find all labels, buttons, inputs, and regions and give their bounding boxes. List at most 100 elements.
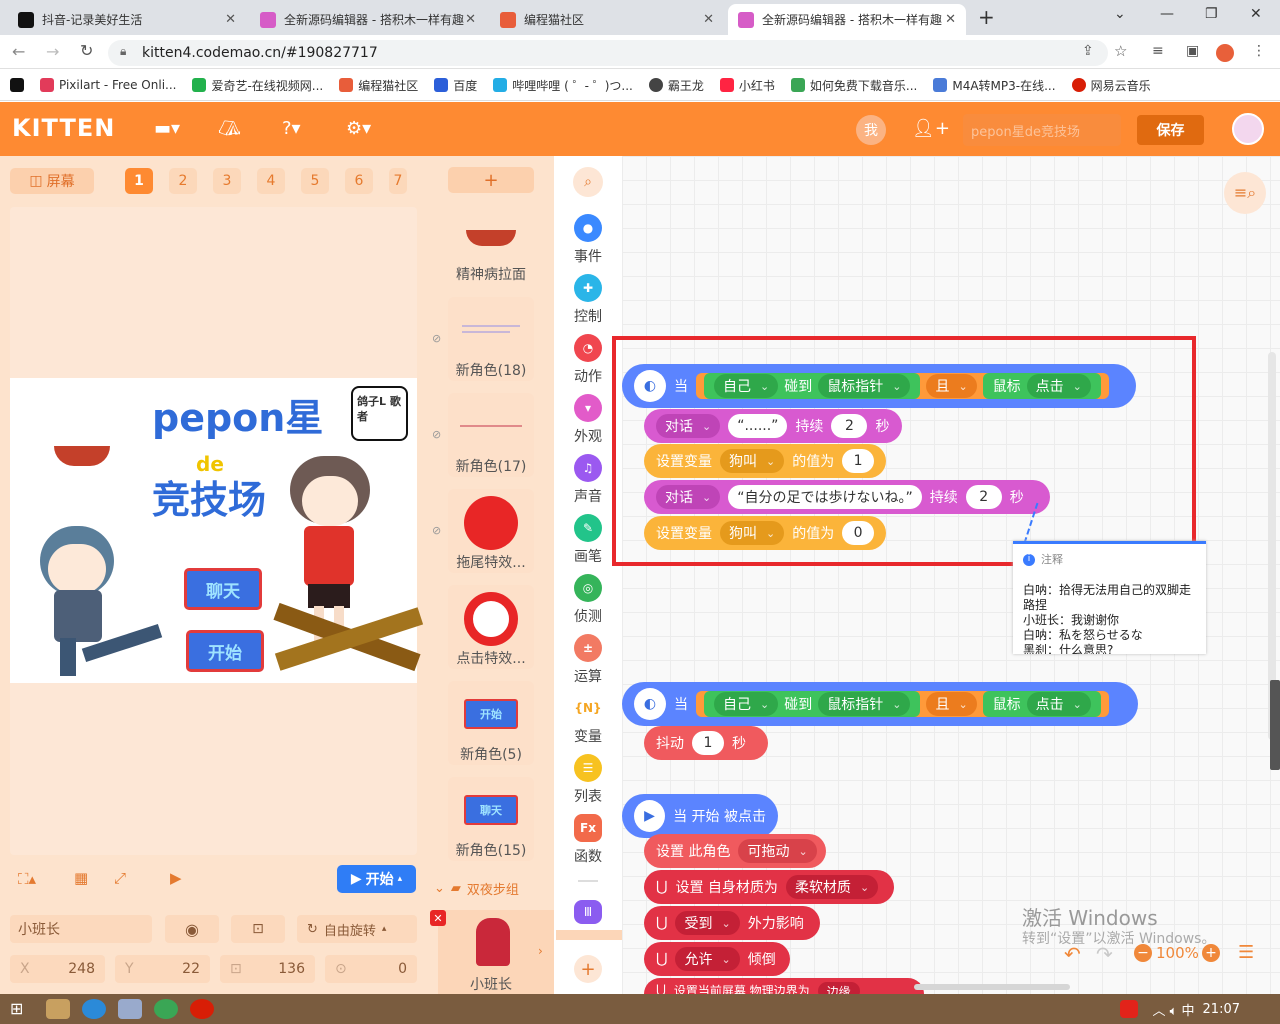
folder-icon[interactable]: ▬▾ <box>154 118 180 139</box>
mouse-condition[interactable]: 鼠标 点击 <box>982 691 1101 717</box>
chevron-right-icon[interactable]: › <box>538 944 543 958</box>
media-icon[interactable]: ≡ <box>1152 43 1164 59</box>
forward-icon[interactable]: → <box>46 42 59 61</box>
redo-icon[interactable]: ↷ <box>1096 942 1113 966</box>
notepad-icon[interactable] <box>118 999 142 1019</box>
hat-block-start[interactable]: ▶ 当 开始 被点击 <box>622 794 778 838</box>
workspace-search-icon[interactable]: ≡⌕ <box>1224 172 1266 214</box>
bookmark-item[interactable]: Pixilart - Free Onli... <box>40 78 176 92</box>
chrome-icon[interactable] <box>154 999 178 1019</box>
add-sprite-button[interactable]: + <box>448 167 534 193</box>
minimize-icon[interactable]: — <box>1160 6 1174 22</box>
bookmark-item[interactable]: 如何免费下载音乐... <box>790 77 917 94</box>
set-draggable-block[interactable]: 设置 此角色 可拖动 <box>644 834 826 868</box>
close-icon[interactable]: ✕ <box>945 12 956 27</box>
receive-dropdown[interactable]: 受到 <box>675 911 740 935</box>
zoom-in-icon[interactable]: + <box>1202 944 1220 962</box>
category-operators[interactable]: ± 运算 <box>554 634 622 686</box>
page-tab-2[interactable]: 2 <box>169 168 197 194</box>
screen-button[interactable]: ◫ 屏幕 <box>10 168 94 194</box>
browser-tab[interactable]: 全新源码编辑器 - 搭积木一样有趣 ✕ <box>250 4 486 35</box>
stage-chat-button[interactable]: 聊天 <box>184 568 262 610</box>
physics-boundary-block[interactable]: ⋃ 设置当前屏幕 物理边界为 边缘 <box>644 978 924 994</box>
stage-canvas[interactable]: pepon星 de 竞技场 鸽子L 歌者 聊天 开始 <box>10 378 424 683</box>
page-tab-7[interactable]: 7 <box>389 168 407 194</box>
hidden-eye-icon[interactable]: ⊘ <box>432 524 441 537</box>
help-icon[interactable]: ?▾ <box>282 118 301 139</box>
block-search-icon[interactable]: ⌕ <box>573 167 603 197</box>
bookmark-tiktok[interactable] <box>10 78 24 92</box>
reload-icon[interactable]: ↻ <box>80 41 93 60</box>
arrange-icon[interactable]: ☰ <box>1238 942 1254 963</box>
set-material-block[interactable]: ⋃ 设置 自身材质为 柔软材质 <box>644 870 894 904</box>
lock-icon[interactable]: ⊡ <box>231 915 285 943</box>
browser-tab[interactable]: 抖音-记录美好生活 ✕ <box>8 4 246 35</box>
and-dropdown[interactable]: 且 <box>926 692 977 716</box>
menu-icon[interactable]: ⋮ <box>1252 43 1266 59</box>
close-icon[interactable]: ✕ <box>703 12 714 27</box>
category-sensing[interactable]: ◎ 侦测 <box>554 574 622 626</box>
material-dropdown[interactable]: 柔软材质 <box>785 875 879 899</box>
zoom-out-icon[interactable]: − <box>1134 944 1152 962</box>
current-sprite-card[interactable]: ✕ › 小班长 <box>430 910 554 994</box>
category-events[interactable]: ● 事件 <box>554 214 622 266</box>
sprite-card[interactable] <box>448 200 534 268</box>
back-icon[interactable]: ← <box>12 42 25 61</box>
stage-start-button[interactable]: 开始 <box>186 630 264 672</box>
boundary-dropdown[interactable]: 边缘 <box>817 982 860 994</box>
size-field[interactable]: ⊡ 136 <box>220 955 315 983</box>
hidden-eye-icon[interactable]: ⊘ <box>432 332 441 345</box>
shake-block[interactable]: 抖动 1 秒 <box>644 726 768 760</box>
browser-tab-active[interactable]: 全新源码编辑器 - 搭积木一样有趣 ✕ <box>728 4 966 35</box>
grid-icon[interactable]: ▦ <box>74 869 88 887</box>
category-lists[interactable]: ☰ 列表 <box>554 754 622 806</box>
sprite-name-input[interactable]: 小班长 <box>10 915 152 943</box>
click-dropdown[interactable]: 点击 <box>1026 692 1091 716</box>
character-sprite-boy[interactable] <box>20 526 163 676</box>
ime-icon[interactable] <box>1120 1000 1139 1018</box>
bookmark-item[interactable]: 编程猫社区 <box>339 77 418 94</box>
tray-icons[interactable]: ︿ 🔈︎ 中 <box>1152 1000 1194 1019</box>
record-icon[interactable]: ▶︎ <box>170 869 182 887</box>
target-dropdown[interactable]: 鼠标指针 <box>818 692 911 716</box>
bookmark-item[interactable]: 网易云音乐 <box>1071 77 1151 94</box>
page-tab-6[interactable]: 6 <box>345 168 373 194</box>
profile-avatar[interactable] <box>1216 44 1234 62</box>
sidepanel-icon[interactable]: ▣ <box>1186 43 1199 59</box>
delete-icon[interactable]: ✕ <box>430 910 446 926</box>
visibility-eye-icon[interactable]: ◉ <box>165 915 219 943</box>
bookmark-item[interactable]: 霸王龙 <box>648 77 704 94</box>
allow-dropdown[interactable]: 允许 <box>675 947 740 971</box>
x-field[interactable]: X 248 <box>10 955 105 983</box>
fullscreen-icon[interactable]: ⤢ <box>114 869 126 887</box>
close-icon[interactable]: ✕ <box>225 12 236 27</box>
ramen-bowl-sprite[interactable] <box>54 446 110 466</box>
bookmark-item[interactable]: 哔哩哔哩 ( ゜- ゜)つ... <box>493 77 633 94</box>
close-icon[interactable]: ✕ <box>465 12 476 27</box>
browser-tab[interactable]: 编程猫社区 ✕ <box>490 4 724 35</box>
page-tab-1[interactable]: 1 <box>125 168 153 194</box>
and-operator[interactable]: 自己 碰到 鼠标指针 且 鼠标 点击 <box>696 691 1109 717</box>
category-control[interactable]: ✚ 控制 <box>554 274 622 326</box>
allow-tilt-block[interactable]: ⋃ 允许 倾倒 <box>644 942 790 976</box>
external-force-block[interactable]: ⋃ 受到 外力影响 <box>644 906 820 940</box>
bookmark-star-icon[interactable]: ☆ <box>1114 42 1127 60</box>
undo-icon[interactable]: ↶ <box>1064 942 1081 966</box>
bookmark-item[interactable]: 爱奇艺-在线视频网... <box>192 77 323 94</box>
self-dropdown[interactable]: 自己 <box>714 692 779 716</box>
netease-music-icon[interactable] <box>190 999 214 1019</box>
save-button[interactable]: 保存 <box>1137 115 1204 145</box>
bookmark-item[interactable]: M4A转MP3-在线... <box>933 77 1056 94</box>
category-variables[interactable]: {N} 变量 <box>554 694 622 746</box>
shake-duration-input[interactable]: 1 <box>692 731 724 755</box>
taskbar-app-icon[interactable] <box>46 999 70 1019</box>
y-field[interactable]: Y 22 <box>115 955 210 983</box>
user-avatar[interactable] <box>1232 113 1264 145</box>
page-tab-5[interactable]: 5 <box>301 168 329 194</box>
windows-start-icon[interactable]: ⊞ <box>10 999 34 1019</box>
hat-block-when[interactable]: ◐ 当 自己 碰到 鼠标指针 且 鼠标 点击 <box>622 682 1138 726</box>
work-name-input[interactable]: pepon星de竞技场 <box>963 114 1121 146</box>
edge-icon[interactable] <box>82 999 106 1019</box>
sprite-group[interactable]: ⌄ ▰ 双夜步组 <box>434 879 519 898</box>
stage-size-icon[interactable]: ⛶▴ <box>18 870 36 888</box>
